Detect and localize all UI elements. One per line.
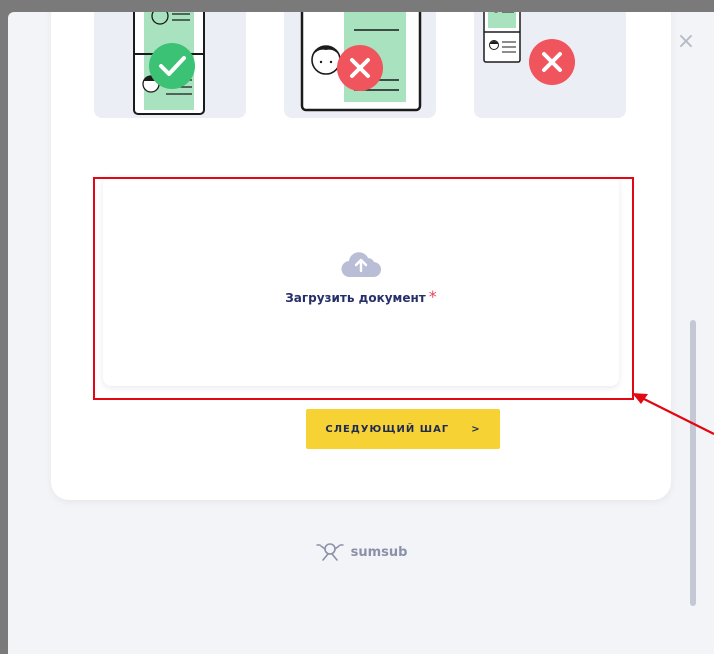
modal: Загрузить документ * СЛЕДУЮЩИЙ ШАГ > sums…: [8, 12, 714, 654]
sumsub-logo-icon: [315, 543, 344, 561]
upload-document-dropzone[interactable]: Загрузить документ *: [103, 176, 619, 386]
chevron-right-icon: >: [471, 423, 481, 435]
next-step-label: СЛЕДУЮЩИЙ ШАГ: [325, 423, 450, 435]
scrollbar-thumb[interactable]: [690, 320, 696, 606]
example-distant-thumb: [474, 12, 626, 118]
example-valid-thumb: [94, 12, 246, 118]
example-cropped-thumb: [284, 12, 436, 118]
upload-label-text: Загрузить документ: [285, 290, 426, 305]
required-mark: *: [428, 286, 437, 306]
next-step-button[interactable]: СЛЕДУЮЩИЙ ШАГ >: [306, 409, 500, 449]
brand-name: sumsub: [350, 544, 408, 560]
check-icon: [149, 43, 195, 89]
document-card: Загрузить документ * СЛЕДУЮЩИЙ ШАГ >: [51, 12, 671, 500]
cross-icon: [529, 39, 575, 85]
annotation-arrow-icon: [632, 393, 714, 435]
sumsub-branding: sumsub: [8, 540, 714, 564]
close-icon[interactable]: ×: [676, 31, 696, 53]
cloud-upload-icon: [341, 251, 382, 277]
cross-icon: [337, 45, 383, 91]
upload-label: Загрузить документ *: [285, 287, 437, 306]
